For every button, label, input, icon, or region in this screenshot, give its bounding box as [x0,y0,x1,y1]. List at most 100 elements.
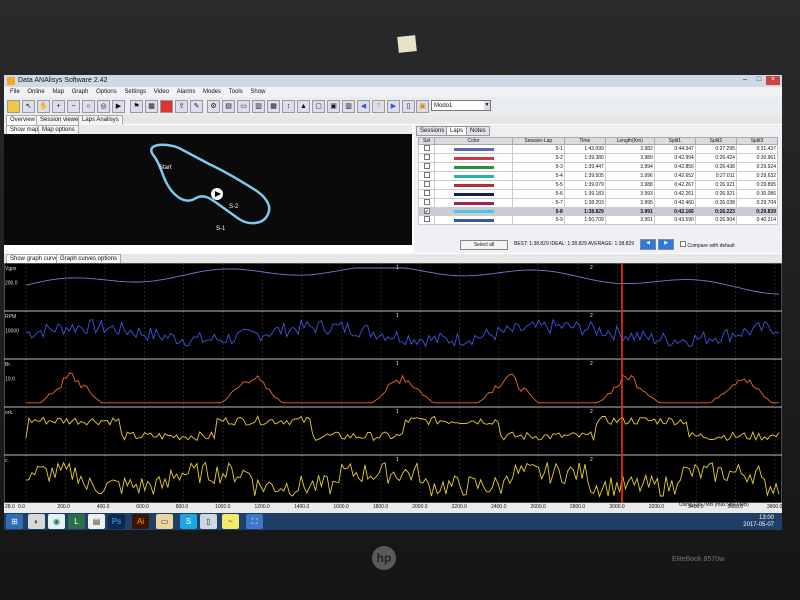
table-row[interactable]: 5-1 1:43.099 3.982 0:44.347 0:27.295 0:31.437 [417,144,779,154]
compare-checkbox[interactable]: Compare with default [680,241,735,249]
menu-map[interactable]: Map [52,87,64,97]
skype-icon[interactable]: S [180,514,197,529]
open-folder-icon[interactable] [7,100,20,113]
table-row[interactable]: 5-4 1:39.505 3.996 0:42.652 0:27.011 0:29.632 [417,171,779,181]
settings-icon[interactable]: ⚙ [207,100,220,113]
chrome-icon[interactable]: ◉ [48,514,65,529]
table-row[interactable]: 5-9 1:50.709 3.951 0:43.590 0:26.904 0:40.214 [417,215,779,225]
mode-select[interactable]: Modo1 [431,100,491,111]
col-time[interactable]: Time [563,137,606,145]
flag-icon[interactable]: ⚑ [130,100,143,113]
info-icon[interactable]: ? [372,100,385,113]
table-row[interactable]: 5-5 1:39.079 3.988 0:42.267 0:26.921 0:29.895 [417,180,779,190]
col-split3[interactable]: Split3 [735,137,779,145]
tab-laps[interactable]: Laps [446,126,468,136]
lap-checkbox[interactable] [423,190,430,196]
sel-checkbox[interactable]: ✓ [417,207,436,216]
table-row[interactable]: 5-2 1:39.380 3.989 0:42.994 0:26.424 0:30.961 [417,153,779,163]
lap-checkbox[interactable] [423,154,430,160]
arrow-right-icon[interactable]: ▶ [387,100,400,113]
panel-icon[interactable]: ▢ [312,100,325,113]
menu-graph[interactable]: Graph [72,87,89,97]
cursor-icon[interactable]: ↕ [282,100,295,113]
table-row[interactable]: 5-3 1:39.447 3.994 0:42.856 0:26.438 0:29.924 [417,162,779,172]
zoom-out-icon[interactable]: − [67,100,80,113]
pointer-icon[interactable]: ↖ [22,100,35,113]
menu-tools[interactable]: Tools [229,87,243,97]
explorer-icon[interactable]: ◐ [28,514,45,529]
table-icon[interactable]: ▦ [267,100,280,113]
col-sel[interactable]: Sel [417,137,436,145]
sel-checkbox[interactable] [417,153,436,163]
network-app-icon[interactable]: ⛶ [246,514,263,529]
tab-notes[interactable]: Notes [466,126,490,136]
menu-video[interactable]: Video [154,87,169,97]
grid-icon[interactable]: ▤ [222,100,235,113]
split-icon[interactable]: ▣ [327,100,340,113]
lock-icon[interactable]: ▣ [416,100,429,113]
arrow-left-icon[interactable]: ◀ [357,100,370,113]
col-length[interactable]: Length(Km) [604,137,655,145]
zoom-in-icon[interactable]: + [52,100,65,113]
zoom-fit-icon[interactable]: ○ [82,100,95,113]
lap-checkbox[interactable] [423,216,430,222]
start-icon[interactable]: ⊞ [6,514,23,529]
document-icon[interactable]: ▯ [402,100,415,113]
chevron-down-icon[interactable]: ▼ [484,101,490,110]
table-row[interactable]: ✓ 5-8 1:38.829 3.991 0:42.166 0:26.223 0:29.83… [417,207,779,216]
menu-online[interactable]: Online [27,87,44,97]
lap-checkbox[interactable] [423,172,430,178]
compare-checkbox-box[interactable] [680,241,686,247]
lap-checkbox[interactable] [423,163,430,169]
app-l-icon[interactable]: L [68,514,85,529]
export-icon[interactable]: ⇪ [175,100,188,113]
maximize-icon[interactable]: □ [752,76,766,85]
telemetry-graph[interactable]: Vgps 200.0 1 2 RPM 10000 1 2 Br. 10.0 1 2 ork. 1 2 c. 1 2 [4,262,782,504]
video-icon[interactable]: ▶ [112,100,125,113]
menu-modes[interactable]: Modes [203,87,221,97]
comment-icon[interactable]: ✎ [190,100,203,113]
col-color[interactable]: Color [434,137,513,145]
taskbar-clock[interactable]: 13:00 2017-05-07 [743,515,774,529]
folder-icon[interactable]: ▭ [156,514,173,529]
sel-checkbox[interactable] [417,215,436,225]
select-all-button[interactable]: Select all [460,240,508,250]
layout-icon[interactable]: ▥ [252,100,265,113]
notepad-icon[interactable]: ▯ [200,514,217,529]
table-row[interactable]: 5-7 1:38.203 3.995 0:42.460 0:26.038 0:29.704 [417,198,779,208]
sel-checkbox[interactable] [417,198,436,208]
wave-app-icon[interactable]: ~ [222,514,239,529]
sel-checkbox[interactable] [417,171,436,181]
lap-checkbox[interactable] [423,181,430,187]
sel-checkbox[interactable] [417,162,436,172]
menu-options[interactable]: Options [96,87,117,97]
photoshop-icon[interactable]: Ps [108,514,125,529]
menu-settings[interactable]: Settings [124,87,146,97]
hand-icon[interactable]: ✋ [37,100,50,113]
menu-alarms[interactable]: Alarms [177,87,196,97]
lap-checkbox[interactable]: ✓ [423,208,430,215]
record-icon[interactable] [160,100,173,113]
menu-show[interactable]: Show [250,87,265,97]
col-split2[interactable]: Split2 [694,137,737,145]
col-split1[interactable]: Split1 [653,137,696,145]
next-lap-button[interactable]: ▶ [658,239,674,250]
sel-checkbox[interactable] [417,180,436,190]
chart-icon[interactable]: ▲ [297,100,310,113]
checkered-flag-icon[interactable]: ▦ [145,100,158,113]
lap-checkbox[interactable] [423,145,430,151]
sel-checkbox[interactable] [417,189,436,199]
sel-checkbox[interactable] [417,144,436,154]
table-row[interactable]: 5-6 1:39.183 3.993 0:42.261 0:26.921 0:30.086 [417,189,779,199]
illustrator-icon[interactable]: Ai [132,514,149,529]
minimize-icon[interactable]: – [738,76,752,85]
window-icon[interactable]: ▭ [237,100,250,113]
lap-checkbox[interactable] [423,199,430,205]
track-map[interactable]: Start S-2 S-1 [4,134,412,245]
columns-icon[interactable]: ▥ [342,100,355,113]
close-icon[interactable]: × [766,76,780,85]
zoom-reset-icon[interactable]: ◎ [97,100,110,113]
prev-lap-button[interactable]: ◀ [640,239,656,250]
menu-file[interactable]: File [10,87,20,97]
tab-sessions[interactable]: Sessions [416,126,449,136]
